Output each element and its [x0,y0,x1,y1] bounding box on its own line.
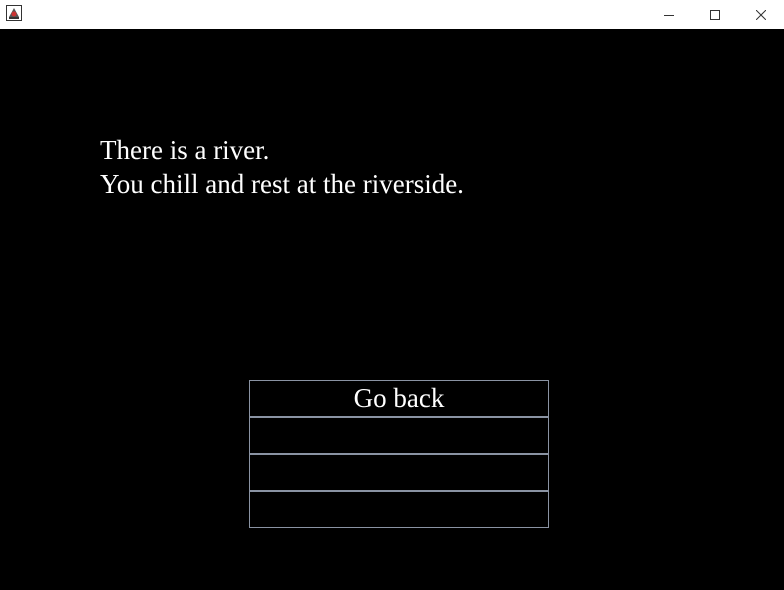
minimize-icon [664,10,674,20]
choice-list: Go back [249,380,549,528]
story-line: There is a river. [100,135,270,165]
close-button[interactable] [738,0,784,29]
choice-button-1[interactable]: Go back [249,380,549,417]
choice-button-4[interactable] [249,491,549,528]
minimize-button[interactable] [646,0,692,29]
game-panel: There is a river. You chill and rest at … [0,29,784,590]
maximize-icon [710,9,720,20]
title-bar [0,0,784,29]
maximize-button[interactable] [692,0,738,29]
java-app-icon [6,5,22,21]
choice-button-3[interactable] [249,454,549,491]
choice-button-2[interactable] [249,417,549,454]
story-text: There is a river. You chill and rest at … [100,133,464,201]
close-icon [756,9,766,20]
story-line: You chill and rest at the riverside. [100,169,464,199]
